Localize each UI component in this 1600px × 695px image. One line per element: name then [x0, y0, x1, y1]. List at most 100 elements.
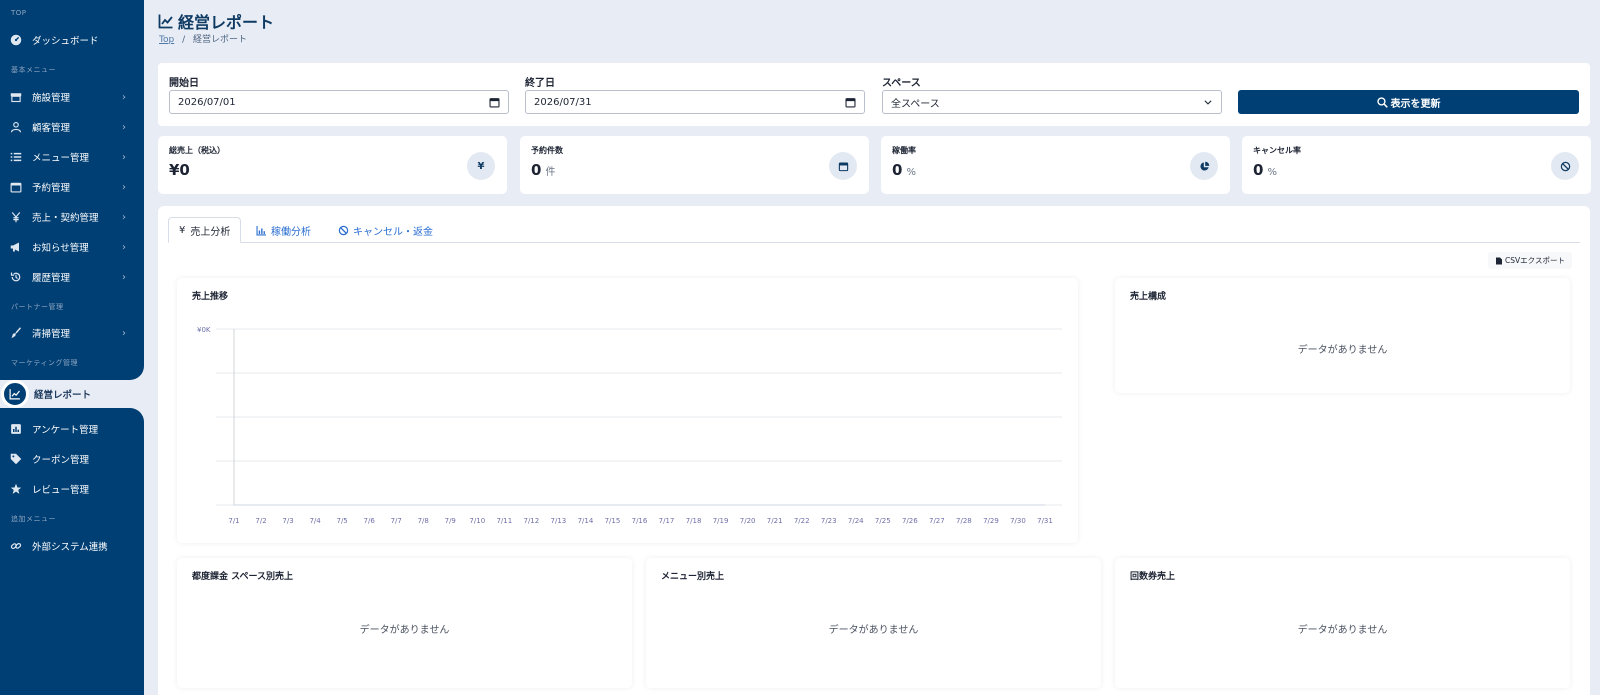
space-select[interactable]: 全スペース	[882, 90, 1222, 114]
kpi-value-number: 0	[892, 161, 903, 179]
kpi-unit: 件	[545, 167, 556, 178]
start-date-label: 開始日	[169, 78, 199, 89]
csv-export-button[interactable]: CSVエクスポート	[1488, 252, 1572, 269]
breadcrumb-link-top[interactable]: Top	[159, 35, 174, 45]
sidebar-item-history[interactable]: 履歴管理 ›	[0, 264, 144, 290]
ticket-sales-card: 回数券売上 データがありません	[1115, 558, 1570, 688]
sidebar-item-notice[interactable]: お知らせ管理 ›	[0, 234, 144, 260]
line-chart-icon	[158, 14, 173, 29]
refresh-button[interactable]: 表示を更新	[1238, 90, 1579, 114]
calendar-icon[interactable]	[845, 97, 856, 108]
sidebar-item-report[interactable]: 経営レポート	[0, 380, 144, 408]
calendar-icon	[829, 152, 857, 180]
breadcrumb-current: 経営レポート	[192, 35, 247, 45]
history-icon	[9, 270, 23, 284]
line-chart-icon	[1, 380, 29, 408]
page-title: 経営レポート	[158, 9, 274, 33]
sales-trend-card: 売上推移 ¥0K 7/1 7/2 7/3 7/4 7/5 7/6 7/7 7/8 7/9 7/10 7…	[177, 278, 1078, 543]
sidebar-section-top: TOP	[11, 9, 27, 17]
user-icon	[9, 120, 23, 134]
chart-x-tick-label: 7/16	[632, 517, 648, 525]
kpi-unit: %	[906, 167, 916, 178]
kpi-value-number: 0	[531, 161, 542, 179]
sidebar-item-label: クーポン管理	[32, 455, 90, 466]
broom-icon	[9, 326, 23, 340]
chevron-right-icon: ›	[122, 271, 126, 283]
sidebar-item-label: ダッシュボード	[32, 36, 99, 47]
kpi-card-bookings: 予約件数 0件	[520, 136, 869, 194]
breadcrumb: Top / 経営レポート	[159, 32, 247, 45]
filter-panel: 開始日 2026/07/01 終了日 2026/07/31 スペース 全スペース…	[158, 63, 1590, 126]
chevron-right-icon: ›	[122, 181, 126, 193]
chart-x-tick-label: 7/14	[578, 517, 594, 525]
kpi-value-number: ¥0	[169, 161, 190, 179]
tab-cancel-refund[interactable]: キャンセル・返金	[338, 217, 433, 243]
end-date-input[interactable]: 2026/07/31	[525, 90, 865, 114]
menu-sales-card: メニュー別売上 データがありません	[646, 558, 1101, 688]
chart-x-tick-label: 7/23	[821, 517, 837, 525]
chart-x-tick-label: 7/9	[445, 517, 456, 525]
chart-x-tick-label: 7/13	[551, 517, 567, 525]
ban-icon	[338, 225, 349, 235]
sidebar-item-label: 顧客管理	[32, 123, 71, 134]
card-title: メニュー別売上	[661, 572, 725, 582]
chart-x-tick-label: 7/30	[1010, 517, 1026, 525]
dashboard-gauge-icon	[9, 33, 23, 47]
chart-x-tick-label: 7/27	[929, 517, 945, 525]
sidebar-item-customer[interactable]: 顧客管理 ›	[0, 114, 144, 140]
tab-utilization-analysis[interactable]: 稼働分析	[256, 217, 311, 243]
chart-x-tick-label: 7/10	[469, 517, 485, 525]
start-date-input[interactable]: 2026/07/01	[169, 90, 509, 114]
sidebar-item-external[interactable]: 外部システム連携	[0, 533, 144, 559]
sidebar-item-reservation[interactable]: 予約管理 ›	[0, 174, 144, 200]
tab-sales-analysis[interactable]: ¥ 売上分析	[168, 217, 242, 243]
chart-x-tick-label: 7/24	[848, 517, 864, 525]
chevron-right-icon: ›	[122, 121, 126, 133]
kpi-value: 0件	[531, 161, 555, 179]
end-date-label: 終了日	[525, 78, 555, 89]
sidebar-item-label: アンケート管理	[32, 425, 99, 436]
kpi-value: 0%	[1253, 161, 1277, 179]
csv-export-label: CSVエクスポート	[1505, 256, 1565, 265]
ban-icon	[1551, 152, 1579, 180]
sidebar-item-survey[interactable]: アンケート管理	[0, 416, 144, 442]
sidebar-item-cleaning[interactable]: 清掃管理 ›	[0, 320, 144, 346]
chevron-right-icon: ›	[122, 91, 126, 103]
sidebar-section-extra: 追加メニュー	[11, 515, 56, 523]
card-title: 都度課金 スペース別売上	[192, 572, 294, 582]
refresh-button-label: 表示を更新	[1390, 98, 1441, 110]
yen-icon-glyph: ¥	[477, 160, 485, 172]
sidebar-item-dashboard[interactable]: ダッシュボード	[0, 27, 144, 53]
kpi-label: キャンセル率	[1253, 146, 1301, 155]
analysis-panel: ¥ 売上分析 稼働分析 キャンセル・返金 CSVエクスポート 売上推移 ¥0K 7…	[158, 206, 1590, 695]
kpi-unit: %	[1267, 167, 1277, 178]
sidebar-item-coupon[interactable]: クーポン管理	[0, 446, 144, 472]
chart-x-tick-label: 7/6	[364, 517, 376, 525]
sidebar: TOP ダッシュボード 基本メニュー 施設管理 › 顧客管理 › メニュー管理 …	[0, 0, 144, 695]
card-title: 売上構成	[1130, 292, 1167, 302]
calendar-icon	[9, 180, 23, 194]
sidebar-item-facility[interactable]: 施設管理 ›	[0, 84, 144, 110]
list-icon	[9, 150, 23, 164]
megaphone-icon	[9, 240, 23, 254]
kpi-label: 予約件数	[531, 146, 563, 155]
chart-x-tick-label: 7/17	[659, 517, 675, 525]
yen-icon: ¥	[467, 152, 495, 180]
yen-icon	[9, 210, 23, 224]
poll-icon	[9, 422, 23, 436]
sidebar-item-sales[interactable]: 売上・契約管理 ›	[0, 204, 144, 230]
sidebar-item-label: 予約管理	[32, 183, 71, 194]
empty-state-text: データがありません	[1297, 345, 1388, 356]
yen-icon: ¥	[179, 224, 186, 236]
chart-x-tick-label: 7/18	[686, 517, 702, 525]
sidebar-item-label: 売上・契約管理	[32, 213, 99, 224]
chart-y-tick-label: ¥0K	[197, 326, 211, 334]
chart-x-tick-label: 7/8	[418, 517, 429, 525]
page-title-text: 経営レポート	[178, 13, 275, 32]
sidebar-item-menu[interactable]: メニュー管理 ›	[0, 144, 144, 170]
chevron-right-icon: ›	[122, 241, 126, 253]
sidebar-item-review[interactable]: レビュー管理	[0, 476, 144, 502]
sidebar-item-label: 施設管理	[32, 93, 71, 104]
analysis-tabs: ¥ 売上分析 稼働分析 キャンセル・返金	[168, 217, 1580, 243]
calendar-icon[interactable]	[489, 97, 500, 108]
